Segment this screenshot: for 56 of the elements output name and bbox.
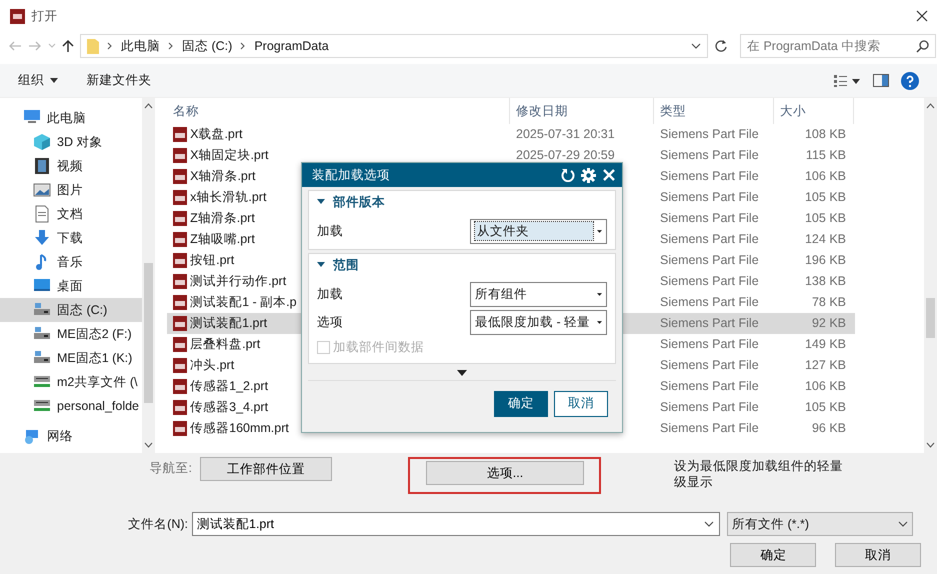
file-name: X轴滑条.prt — [190, 168, 256, 186]
dialog-title: 装配加载选项 — [312, 166, 390, 184]
file-size: 127 KB — [804, 358, 846, 372]
checkbox-option: 加载部件间数据 — [309, 336, 615, 359]
file-name: 传感器3_4.prt — [190, 399, 268, 416]
file-size: 105 KB — [804, 400, 846, 414]
filename-label: 文件名(N): — [127, 516, 189, 533]
modified-date: 2025-07-31 20:31 — [516, 127, 615, 142]
navigate-label: 导航至: — [148, 460, 193, 477]
field-label: 加载 — [317, 286, 343, 303]
file-name: x轴长滑轨.prt — [190, 189, 266, 206]
file-name: 测试并行动作.prt — [190, 273, 286, 290]
file-type: Siemens Part File — [660, 337, 759, 352]
file-size: 96 KB — [812, 421, 846, 436]
file-name: 传感器160mm.prt — [190, 420, 289, 438]
file-name: 层叠料盘.prt — [190, 336, 260, 354]
file-size: 106 KB — [804, 379, 846, 394]
window-title: 打开 — [31, 8, 58, 25]
file-type: Siemens Part File — [660, 148, 759, 162]
file-type: Siemens Part File — [660, 169, 759, 184]
file-name: 按钮.prt — [190, 252, 234, 270]
file-type: Siemens Part File — [660, 253, 759, 268]
file-name: X载盘.prt — [190, 126, 243, 144]
file-type: Siemens Part File — [660, 190, 759, 204]
file-name: 测试装配1.prt — [190, 315, 268, 332]
file-size: 78 KB — [812, 295, 846, 310]
file-size: 106 KB — [804, 169, 846, 184]
file-type: Siemens Part File — [660, 358, 759, 372]
file-size: 115 KB — [806, 148, 846, 162]
file-type: Siemens Part File — [660, 274, 759, 288]
file-name: 传感器1_2.prt — [190, 378, 268, 396]
file-size: 92 KB — [812, 316, 846, 330]
file-type: Siemens Part File — [660, 400, 759, 414]
file-size: 108 KB — [804, 127, 846, 142]
file-size: 196 KB — [804, 253, 846, 268]
file-size: 138 KB — [804, 274, 846, 288]
file-size: 124 KB — [804, 232, 846, 246]
file-type: Siemens Part File — [660, 421, 759, 436]
file-type: Siemens Part File — [660, 379, 759, 394]
modified-date: 2025-07-29 20:59 — [516, 148, 615, 162]
file-size: 105 KB — [804, 211, 846, 226]
file-name: Z轴吸嘴.prt — [190, 231, 255, 248]
hint-text: 设为最低限度加载组件的轻量级显示 — [674, 458, 844, 490]
file-name: Z轴滑条.prt — [190, 210, 255, 228]
field-label: 选项 — [317, 314, 343, 331]
file-type: Siemens Part File — [660, 232, 759, 246]
file-name: X轴固定块.prt — [190, 147, 269, 164]
file-type: Siemens Part File — [660, 316, 759, 330]
file-name: 测试装配1 - 副本.p — [190, 294, 297, 312]
field-label: 加载 — [317, 222, 343, 240]
file-type: Siemens Part File — [660, 295, 759, 310]
file-size: 105 KB — [804, 190, 846, 204]
file-size: 149 KB — [804, 337, 846, 352]
file-type: Siemens Part File — [660, 127, 759, 142]
file-type: Siemens Part File — [660, 211, 759, 226]
file-name: 冲头.prt — [190, 357, 234, 374]
